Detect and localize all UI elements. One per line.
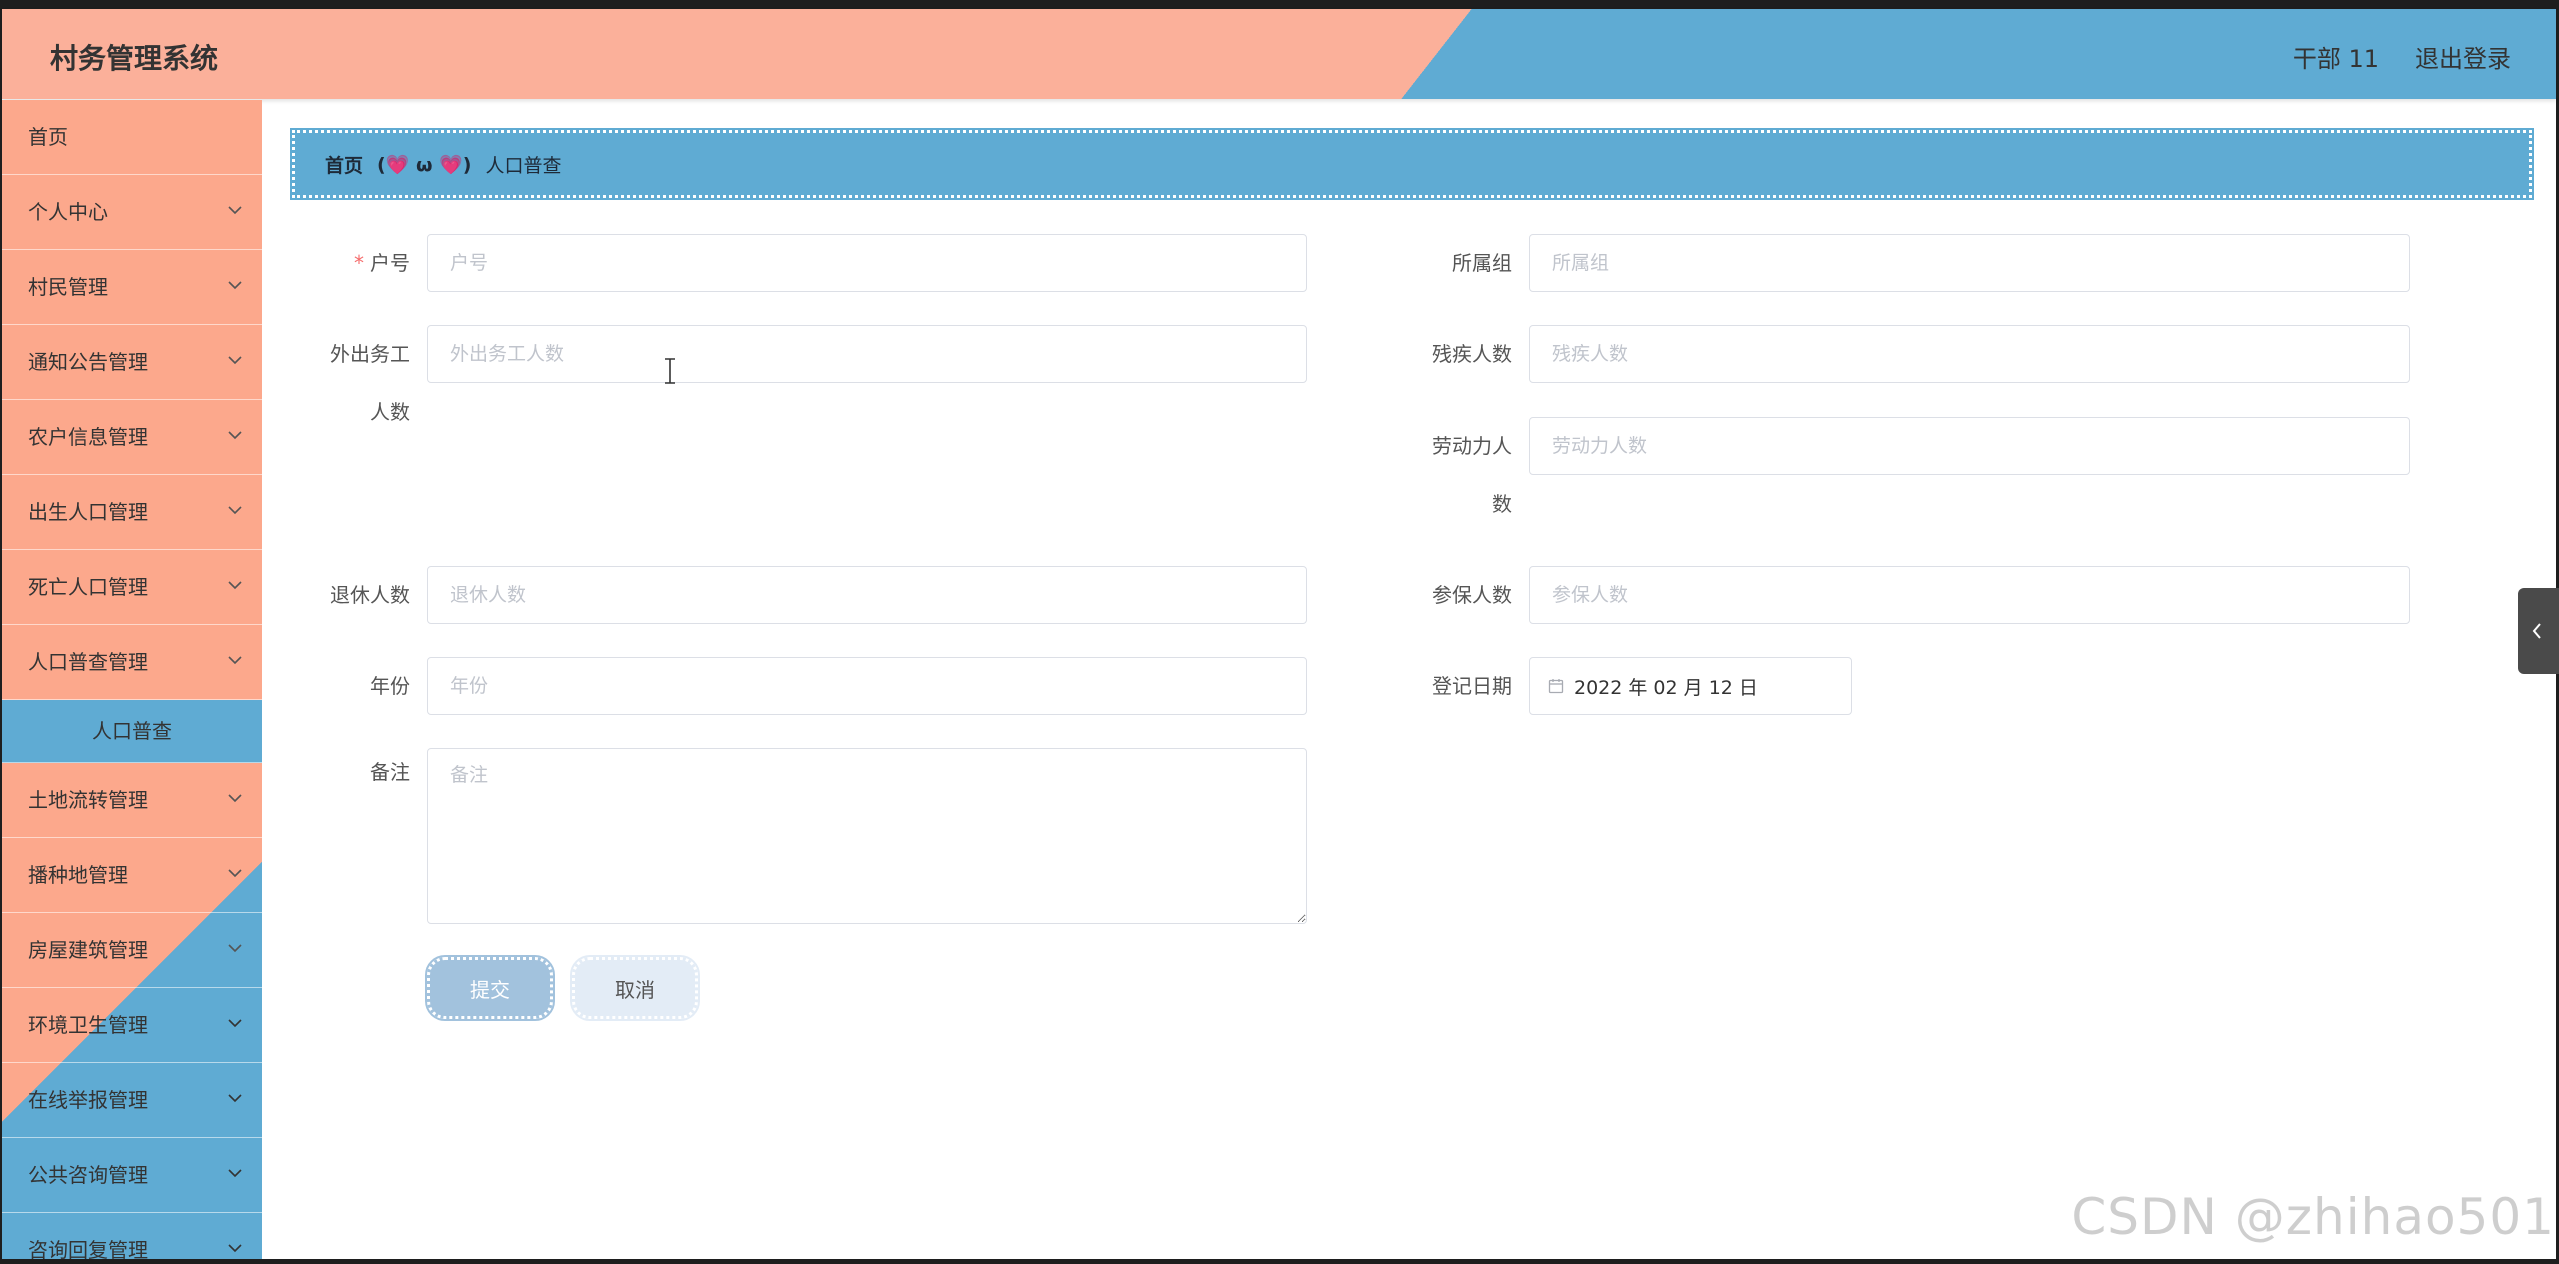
chevron-down-icon xyxy=(226,400,246,474)
date-value: 2022 年 02 月 12 日 xyxy=(1574,676,1758,699)
chevron-down-icon xyxy=(226,1063,246,1137)
collapse-toggle[interactable] xyxy=(2518,588,2559,674)
header-user-area: 干部 11 退出登录 xyxy=(2293,39,2511,74)
sidebar-item-label: 土地流转管理 xyxy=(28,788,148,812)
text-cursor-icon xyxy=(662,358,678,388)
sidebar-item-housing[interactable]: 房屋建筑管理 xyxy=(2,913,262,988)
suoshuzu-label: 所属组 xyxy=(1452,251,1512,275)
chevron-down-icon xyxy=(226,988,246,1062)
sidebar-item-farmer-info[interactable]: 农户信息管理 xyxy=(2,400,262,475)
chevron-left-icon xyxy=(2532,623,2541,639)
chevron-down-icon xyxy=(226,1138,246,1212)
sidebar-item-land-transfer[interactable]: 土地流转管理 xyxy=(2,763,262,838)
chevron-down-icon xyxy=(226,325,246,399)
huhao-label: * 户号 xyxy=(354,251,410,275)
suoshuzu-input[interactable] xyxy=(1529,234,2410,292)
tuixiu-label: 退休人数 xyxy=(330,583,410,607)
canbao-input[interactable] xyxy=(1529,566,2410,624)
sidebar-item-label: 播种地管理 xyxy=(28,863,128,887)
sidebar-item-sowing[interactable]: 播种地管理 xyxy=(2,838,262,913)
sidebar-item-report[interactable]: 在线举报管理 xyxy=(2,1063,262,1138)
sidebar-item-label: 通知公告管理 xyxy=(28,350,148,374)
submit-button[interactable]: 提交 xyxy=(425,955,555,1021)
sidebar-item-personal-center[interactable]: 个人中心 xyxy=(2,175,262,250)
current-user[interactable]: 干部 11 xyxy=(2293,39,2379,74)
sidebar-subitem-census[interactable]: 人口普查 xyxy=(2,700,262,763)
frame-bottom-border xyxy=(0,1259,2559,1264)
sidebar-menu: 首页 个人中心 村民管理 通知公告管理 农户信息管理 出生人口管理 死亡人口管理… xyxy=(2,100,262,1259)
sidebar-item-label: 人口普查管理 xyxy=(28,650,148,674)
nianfen-label: 年份 xyxy=(370,674,410,698)
watermark: CSDN @zhihao501 xyxy=(2071,1188,2555,1246)
tuixiu-input[interactable] xyxy=(427,566,1307,624)
calendar-icon xyxy=(1548,678,1564,694)
date-picker[interactable]: 2022 年 02 月 12 日 xyxy=(1529,657,1852,715)
top-header: 村务管理系统 干部 11 退出登录 xyxy=(2,9,2556,99)
sidebar-item-label: 公共咨询管理 xyxy=(28,1163,148,1187)
laodongli-input[interactable] xyxy=(1529,417,2410,475)
canji-input[interactable] xyxy=(1529,325,2410,383)
sidebar-item-home[interactable]: 首页 xyxy=(2,100,262,175)
sidebar-item-label: 首页 xyxy=(28,125,68,149)
dengji-label: 登记日期 xyxy=(1432,674,1512,698)
sidebar-item-label: 出生人口管理 xyxy=(28,500,148,524)
breadcrumb: 首页 (💗 ω 💗) 人口普查 xyxy=(290,128,2534,200)
sidebar-item-label: 房屋建筑管理 xyxy=(28,938,148,962)
sidebar-item-consult[interactable]: 公共咨询管理 xyxy=(2,1138,262,1213)
cancel-button[interactable]: 取消 xyxy=(570,955,700,1021)
chevron-down-icon xyxy=(226,838,246,912)
chevron-down-icon xyxy=(226,550,246,624)
sidebar-item-sanitation[interactable]: 环境卫生管理 xyxy=(2,988,262,1063)
frame-top-border xyxy=(0,0,2559,9)
chevron-down-icon xyxy=(226,625,246,699)
sidebar-item-label: 环境卫生管理 xyxy=(28,1013,148,1037)
sidebar-item-label: 个人中心 xyxy=(28,200,108,224)
chevron-down-icon xyxy=(226,250,246,324)
sidebar-item-census[interactable]: 人口普查管理 xyxy=(2,625,262,700)
nianfen-input[interactable] xyxy=(427,657,1307,715)
canji-label: 残疾人数 xyxy=(1432,342,1512,366)
breadcrumb-current: 人口普查 xyxy=(485,154,562,177)
app-title: 村务管理系统 xyxy=(50,42,219,75)
chevron-down-icon xyxy=(226,175,246,249)
sidebar-item-birth[interactable]: 出生人口管理 xyxy=(2,475,262,550)
laodongli-label: 劳动力人数 xyxy=(1432,434,1512,516)
required-mark: * xyxy=(354,251,364,275)
canbao-label: 参保人数 xyxy=(1432,583,1512,607)
chevron-down-icon xyxy=(226,475,246,549)
breadcrumb-separator: (💗 ω 💗) xyxy=(377,153,472,176)
chevron-down-icon xyxy=(226,763,246,837)
huhao-input[interactable] xyxy=(427,234,1307,292)
waichu-label: 外出务工 人数 xyxy=(330,342,410,424)
sidebar-item-notice[interactable]: 通知公告管理 xyxy=(2,325,262,400)
chevron-down-icon xyxy=(226,1213,246,1259)
sidebar-item-villager[interactable]: 村民管理 xyxy=(2,250,262,325)
sidebar-item-label: 在线举报管理 xyxy=(28,1088,148,1112)
breadcrumb-home[interactable]: 首页 xyxy=(325,151,363,178)
sidebar-item-death[interactable]: 死亡人口管理 xyxy=(2,550,262,625)
beizhu-label: 备注 xyxy=(370,760,410,784)
sidebar-item-label: 村民管理 xyxy=(28,275,108,299)
chevron-down-icon xyxy=(226,913,246,987)
waichu-input[interactable] xyxy=(427,325,1307,383)
beizhu-textarea[interactable] xyxy=(427,748,1307,924)
sidebar-item-label: 死亡人口管理 xyxy=(28,575,148,599)
sidebar-item-label: 咨询回复管理 xyxy=(28,1238,148,1259)
sidebar-item-consult-reply[interactable]: 咨询回复管理 xyxy=(2,1213,262,1259)
sidebar-item-label: 农户信息管理 xyxy=(28,425,148,449)
logout-link[interactable]: 退出登录 xyxy=(2415,39,2511,74)
